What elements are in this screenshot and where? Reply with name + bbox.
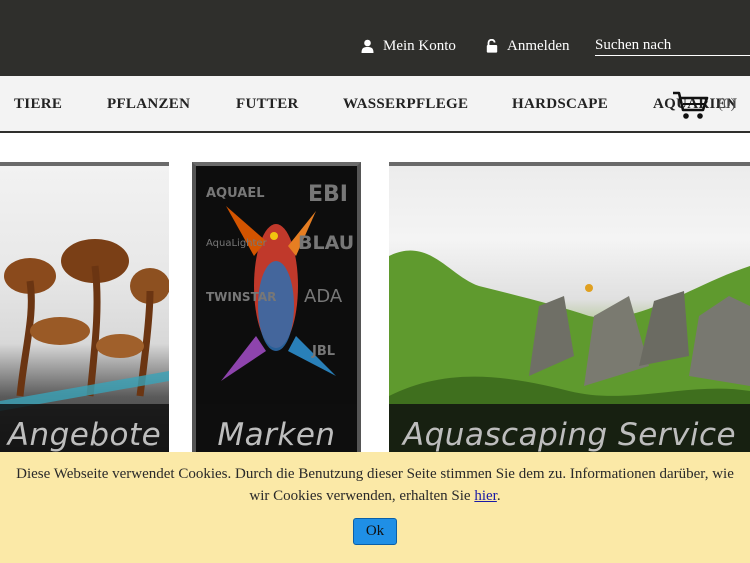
cookie-ok-button[interactable]: Ok [353, 518, 397, 545]
brand-ebi: EBI [308, 182, 348, 207]
user-icon [361, 39, 374, 53]
top-bar: Mein Konto Anmelden [0, 0, 750, 76]
brand-twinstar: TWINSTAR [206, 290, 277, 304]
brand-jbl: JBL [312, 344, 336, 359]
banner-angebote[interactable]: Angebote [0, 162, 169, 462]
nav-item-pflanzen[interactable]: PFLANZEN [107, 96, 190, 113]
main-nav: TIERE PFLANZEN FUTTER WASSERPFLEGE HARDS… [0, 76, 750, 133]
cookie-text-before: Diese Webseite verwendet Cookies. Durch … [16, 466, 734, 504]
nav-item-tiere[interactable]: TIERE [14, 96, 62, 113]
brand-aquael: AQUAEL [206, 186, 265, 201]
cookie-notice: Diese Webseite verwendet Cookies. Durch … [0, 452, 750, 563]
brand-blau: BLAU [298, 232, 355, 254]
cookie-info-link[interactable]: hier [474, 488, 497, 504]
brand-ada: ADA [304, 286, 343, 307]
nav-item-hardscape[interactable]: HARDSCAPE [512, 96, 608, 113]
brand-aqualighter: AquaLighter [206, 238, 267, 249]
banner-marken[interactable]: AQUAEL EBI AquaLighter BLAU TWINSTAR ADA… [192, 162, 361, 462]
banner-aquascaping-service[interactable]: Aquascaping Service [389, 162, 750, 462]
cart-icon[interactable] [672, 90, 710, 120]
my-account-label: Mein Konto [383, 37, 456, 54]
unlock-icon [486, 39, 498, 53]
nav-item-futter[interactable]: FUTTER [236, 96, 299, 113]
cart-count: (0) [718, 96, 736, 112]
cookie-text-after: . [496, 488, 501, 504]
nav-item-wasserpflege[interactable]: WASSERPFLEGE [343, 96, 468, 113]
my-account-link[interactable]: Mein Konto [361, 36, 456, 56]
login-label: Anmelden [507, 37, 570, 54]
search-input[interactable] [595, 36, 750, 56]
login-link[interactable]: Anmelden [486, 36, 569, 56]
cookie-text: Diese Webseite verwendet Cookies. Durch … [10, 463, 740, 507]
